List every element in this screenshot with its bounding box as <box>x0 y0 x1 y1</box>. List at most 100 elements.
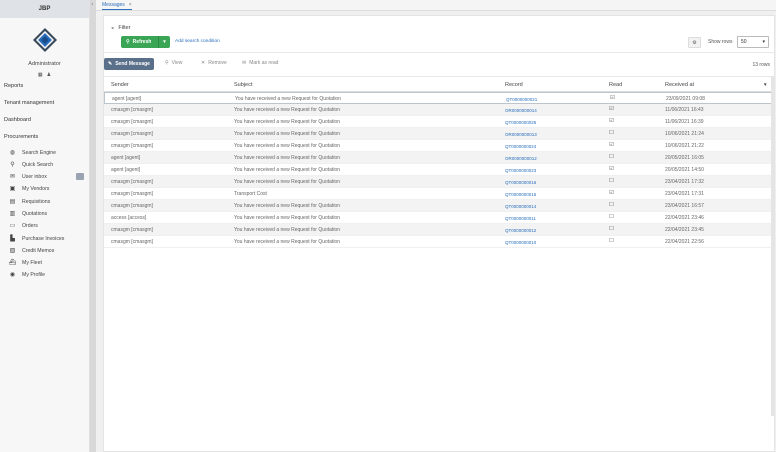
cell-record-link[interactable]: QT0000000023 <box>505 168 536 173</box>
cell-received-at: 20/05/2021 14:50 <box>665 167 704 173</box>
sidebar-item-credit-memos[interactable]: ▧ Credit Memos <box>9 247 87 255</box>
sidebar-item-search-engine[interactable]: ◍ Search Engine <box>9 149 87 157</box>
cell-sender: cmasgm [cmasgm] <box>111 131 153 137</box>
add-search-condition-link[interactable]: Add search condition <box>175 39 220 44</box>
refresh-button[interactable]: ⚲ Refresh ▾ <box>121 36 170 48</box>
remove-button[interactable]: ✕ Remove <box>201 60 227 66</box>
read-checkbox[interactable]: ☑ <box>610 95 615 101</box>
table-row[interactable]: agent [agent] You have received a new Req… <box>104 152 774 164</box>
table-row[interactable]: cmasgm [cmasgm] You have received a new R… <box>104 128 774 140</box>
cell-record-link[interactable]: QT0000000024 <box>505 144 536 149</box>
read-checkbox[interactable]: ☐ <box>609 154 614 160</box>
cell-record-link[interactable]: QT0000000021 <box>506 97 537 102</box>
read-checkbox[interactable]: ☐ <box>609 238 614 244</box>
close-icon[interactable]: × <box>129 2 132 8</box>
table-row[interactable]: access [access] You have received a new R… <box>104 212 774 224</box>
sidebar-item-label: My Fleet <box>22 259 42 266</box>
table-row[interactable]: agent [agent] You have received a new Req… <box>104 92 774 104</box>
mark-as-read-button[interactable]: ✉ Mark as read <box>242 60 278 66</box>
read-checkbox[interactable]: ☐ <box>609 214 614 220</box>
sidebar-section-procurements[interactable]: Procurements <box>0 134 38 140</box>
read-checkbox[interactable]: ☐ <box>609 130 614 136</box>
quotation-icon: ▥ <box>9 211 16 217</box>
table-row[interactable]: cmasgm [cmasgm] You have received a new R… <box>104 200 774 212</box>
sidebar-item-label: Search Engine <box>22 149 57 156</box>
tab-messages[interactable]: Messages × <box>102 2 132 10</box>
cell-record-link[interactable]: QT0000000010 <box>505 240 536 245</box>
table-row[interactable]: cmasgm [cmasgm] You have received a new R… <box>104 140 774 152</box>
sidebar-item-my-profile[interactable]: ◉ My Profile <box>9 271 87 279</box>
sidebar-item-label: Quotations <box>22 210 48 217</box>
sidebar-section-tenant-management[interactable]: Tenant management <box>0 100 54 106</box>
table-row[interactable]: agent [agent] You have received a new Req… <box>104 164 774 176</box>
table-row[interactable]: cmasgm [cmasgm] Transport Cost QT000000001… <box>104 188 774 200</box>
user-name: Administrator <box>28 61 61 67</box>
sidebar-item-quick-search[interactable]: ⚲ Quick Search <box>9 161 87 169</box>
cell-record-link[interactable]: QT0000000025 <box>505 120 536 125</box>
filter-header[interactable]: ◒ Filter <box>111 25 131 31</box>
cell-record-link[interactable]: OR0000000012 <box>505 156 537 161</box>
cell-record-link[interactable]: QT0000000011 <box>505 216 536 221</box>
user-icon[interactable]: ♟ <box>47 72 51 78</box>
sidebar-item-requisitions[interactable]: ▤ Requisitions <box>9 198 87 206</box>
read-checkbox[interactable]: ☐ <box>609 202 614 208</box>
read-checkbox[interactable]: ☑ <box>609 118 614 124</box>
sort-desc-icon[interactable]: ▼ <box>763 82 767 87</box>
cell-received-at: 23/04/2021 17:31 <box>665 191 704 197</box>
cell-sender: access [access] <box>111 215 147 221</box>
cell-received-at: 23/04/2021 16:57 <box>665 203 704 209</box>
read-checkbox[interactable]: ☐ <box>609 178 614 184</box>
cell-record-link[interactable]: OR0000000014 <box>505 108 537 113</box>
sidebar-item-my-fleet[interactable]: ⛴ My Fleet <box>9 259 87 267</box>
column-header-sender[interactable]: Sender <box>111 82 129 88</box>
chevron-down-icon: ▾ <box>762 39 765 45</box>
table-row[interactable]: cmasgm [cmasgm] You have received a new R… <box>104 116 774 128</box>
read-checkbox[interactable]: ☐ <box>609 226 614 232</box>
cell-record-link[interactable]: QT0000000012 <box>505 228 536 233</box>
gear-icon[interactable]: ⚙ <box>688 37 701 48</box>
read-checkbox[interactable]: ☑ <box>609 190 614 196</box>
table-row[interactable]: cmasgm [cmasgm] You have received a new R… <box>104 236 774 248</box>
tab-label: Messages <box>102 2 125 8</box>
table-row[interactable]: cmasgm [cmasgm] You have received a new R… <box>104 176 774 188</box>
table-row[interactable]: cmasgm [cmasgm] You have received a new R… <box>104 224 774 236</box>
orders-icon: ▭ <box>9 223 16 229</box>
column-header-subject[interactable]: Subject <box>234 82 252 88</box>
column-header-read[interactable]: Read <box>609 82 622 88</box>
vertical-scrollbar[interactable] <box>771 76 774 416</box>
collapse-arrow-icon[interactable]: ◂ <box>91 1 93 6</box>
sidebar-item-quotations[interactable]: ▥ Quotations <box>9 210 87 218</box>
messages-panel: ◒ Filter ⚲ Refresh ▾ Add search condition… <box>103 15 775 452</box>
cell-record-link[interactable]: QT0000000014 <box>505 204 536 209</box>
sidebar-splitter[interactable]: ◂ <box>90 0 96 452</box>
sidebar-item-label: Purchase Invoices <box>22 235 65 242</box>
settings-icon[interactable]: ▦ <box>38 72 43 78</box>
chevron-down-icon[interactable]: ▾ <box>158 36 170 48</box>
sidebar-section-reports[interactable]: Reports <box>0 83 23 89</box>
read-checkbox[interactable]: ☑ <box>609 142 614 148</box>
read-checkbox[interactable]: ☑ <box>609 106 614 112</box>
send-message-button[interactable]: ✎ Send Message <box>104 58 154 70</box>
sidebar-section-dashboard[interactable]: Dashboard <box>0 117 31 123</box>
sidebar-item-orders[interactable]: ▭ Orders <box>9 222 87 230</box>
table-row[interactable]: cmasgm [cmasgm] You have received a new R… <box>104 104 774 116</box>
sidebar-item-label: Credit Memos <box>22 247 55 254</box>
read-checkbox[interactable]: ☑ <box>609 166 614 172</box>
column-header-received-at[interactable]: Received at <box>665 82 694 88</box>
sidebar-item-my-vendors[interactable]: ▣ My Vendors <box>9 185 87 193</box>
sidebar-item-purchase-invoices[interactable]: ▙ Purchase Invoices <box>9 235 87 243</box>
cell-subject: You have received a new Request for Quot… <box>234 167 340 173</box>
globe-icon: ◍ <box>9 150 16 156</box>
cell-subject: You have received a new Request for Quot… <box>234 179 340 185</box>
sidebar-item-user-inbox[interactable]: ✉ User inbox <box>9 173 87 180</box>
cell-record-link[interactable]: QT0000000015 <box>505 192 536 197</box>
cell-record-link[interactable]: QT0000000016 <box>505 180 536 185</box>
toolbar: ✎ Send Message ⚲ View ✕ Remove ✉ Mark as re… <box>104 58 774 70</box>
cell-record-link[interactable]: OR0000000013 <box>505 132 537 137</box>
show-rows-label: Show rows <box>708 39 733 45</box>
rows-select[interactable]: 50 ▾ <box>737 36 769 48</box>
view-button[interactable]: ⚲ View <box>165 60 182 66</box>
send-message-label: Send Message <box>115 61 150 67</box>
column-header-record[interactable]: Record <box>505 82 523 88</box>
sidebar-item-label: Quick Search <box>22 161 54 168</box>
